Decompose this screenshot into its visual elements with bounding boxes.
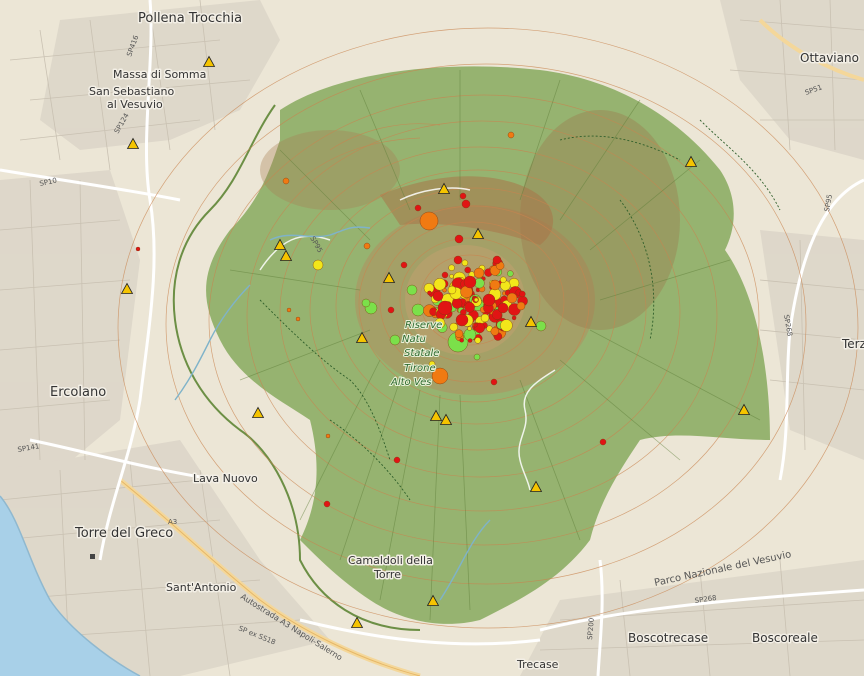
earthquake-epicenter-dot[interactable] (467, 326, 472, 331)
earthquake-epicenter-dot[interactable] (432, 290, 444, 302)
earthquake-epicenter-dot[interactable] (506, 292, 518, 304)
earthquake-epicenter-dot[interactable] (400, 261, 408, 269)
town-label-torre-del-greco: Torre del Greco (74, 526, 173, 541)
earthquake-epicenter-dot[interactable] (323, 500, 331, 508)
earthquake-epicenter-dot[interactable] (454, 329, 464, 338)
earthquake-epicenter-dot[interactable] (433, 278, 446, 291)
earthquake-epicenter-dot[interactable] (599, 438, 607, 446)
earthquake-epicenter-dot[interactable] (480, 313, 490, 323)
earthquake-epicenter-dot[interactable] (361, 298, 371, 308)
earthquake-epicenter-dot[interactable] (511, 315, 517, 321)
map-canvas[interactable]: Pollena Trocchia Massa di Somma San Seba… (0, 0, 864, 676)
town-label-ottaviano: Ottaviano (800, 51, 859, 65)
earthquake-epicenter-dot[interactable] (387, 306, 395, 314)
reserve-label-line-4: Tirone (404, 363, 436, 374)
earthquake-epicenter-dot[interactable] (516, 301, 526, 311)
earthquake-epicenter-dot[interactable] (467, 338, 473, 343)
earthquake-epicenter-dot[interactable] (507, 131, 515, 139)
town-label-camaldoli: Camaldoli della (348, 554, 433, 567)
earthquake-epicenter-dot[interactable] (461, 199, 471, 209)
town-label-san-sebastiano: San Sebastiano (89, 85, 174, 98)
earthquake-epicenter-dot[interactable] (492, 255, 502, 265)
earthquake-epicenter-dot[interactable] (406, 284, 418, 296)
earthquake-epicenter-dot[interactable] (325, 433, 331, 439)
town-label-pollena-trocchia: Pollena Trocchia (138, 11, 242, 26)
earthquake-epicenter-dot[interactable] (459, 192, 467, 200)
town-label-boscoreale: Boscoreale (752, 631, 818, 645)
earthquake-epicenter-dot[interactable] (500, 319, 513, 332)
earthquake-epicenter-dot[interactable] (286, 307, 292, 313)
earthquake-epicenter-dot[interactable] (497, 302, 509, 314)
earthquake-epicenter-dot[interactable] (449, 274, 454, 279)
earthquake-epicenter-dot[interactable] (447, 285, 457, 295)
earthquake-epicenter-dot[interactable] (500, 276, 507, 283)
earthquake-epicenter-dot[interactable] (389, 334, 401, 346)
town-label-trecase: Trecase (516, 658, 559, 671)
town-label-al-vesuvio: al Vesuvio (107, 98, 163, 111)
earthquake-epicenter-dot[interactable] (295, 316, 301, 322)
earthquake-epicenter-dot[interactable] (464, 302, 475, 313)
earthquake-epicenter-dot[interactable] (393, 456, 401, 464)
town-label-lava-nuovo: Lava Nuovo (193, 472, 258, 485)
earthquake-epicenter-dot[interactable] (437, 300, 453, 316)
earthquake-epicenter-dot[interactable] (461, 259, 469, 267)
reserve-label-line-3: Statale (404, 348, 439, 359)
earthquake-epicenter-dot[interactable] (474, 297, 479, 303)
earthquake-epicenter-dot[interactable] (419, 211, 439, 231)
earthquake-epicenter-dot[interactable] (464, 266, 471, 274)
town-label-boscotrecase: Boscotrecase (628, 631, 708, 645)
town-label-terzigno: Terz (841, 337, 864, 351)
earthquake-epicenter-dot[interactable] (451, 298, 463, 309)
earthquake-epicenter-dot[interactable] (489, 279, 501, 291)
earthquake-epicenter-dot[interactable] (473, 267, 485, 279)
earthquake-epicenter-dot[interactable] (463, 275, 477, 289)
reserve-label-line-5: Alto Ves (390, 377, 431, 388)
earthquake-epicenter-dot[interactable] (411, 303, 425, 317)
reserve-label-line-2: Natu (402, 334, 426, 345)
earthquake-epicenter-dot[interactable] (474, 337, 481, 344)
earthquake-epicenter-dot[interactable] (482, 293, 496, 307)
earthquake-epicenter-dot[interactable] (312, 259, 324, 271)
town-label-torre: Torre (373, 568, 401, 581)
earthquake-epicenter-dot[interactable] (454, 234, 464, 244)
port-marker (90, 554, 95, 559)
earthquake-epicenter-dot[interactable] (473, 323, 478, 328)
town-label-sant-antonio: Sant'Antonio (166, 581, 237, 594)
seismicity-map[interactable]: Pollena Trocchia Massa di Somma San Seba… (0, 0, 864, 676)
road-label-a3: A3 (168, 518, 177, 526)
earthquake-epicenter-dot[interactable] (455, 313, 469, 327)
reserve-label-line-1: Riserve (405, 320, 442, 331)
town-label-ercolano: Ercolano (50, 385, 106, 400)
earthquake-epicenter-dot[interactable] (490, 378, 498, 386)
earthquake-epicenter-dot[interactable] (453, 255, 463, 265)
town-label-massa-di-somma: Massa di Somma (113, 68, 206, 81)
earthquake-epicenter-dot[interactable] (135, 246, 141, 252)
earthquake-epicenter-dot[interactable] (282, 177, 290, 185)
earthquake-epicenter-dot[interactable] (427, 290, 432, 296)
earthquake-epicenter-dot[interactable] (459, 338, 464, 343)
earthquake-epicenter-dot[interactable] (449, 322, 458, 332)
earthquake-epicenter-dot[interactable] (490, 327, 499, 336)
earthquake-epicenter-dot[interactable] (448, 264, 455, 271)
earthquake-epicenter-dot[interactable] (519, 290, 526, 298)
earthquake-epicenter-dot[interactable] (507, 270, 514, 277)
earthquake-epicenter-dot[interactable] (535, 320, 547, 332)
earthquake-epicenter-dot[interactable] (363, 242, 371, 250)
earthquake-epicenter-dot[interactable] (441, 271, 449, 279)
earthquake-epicenter-dot[interactable] (414, 204, 422, 212)
earthquake-epicenter-dot[interactable] (473, 353, 481, 361)
